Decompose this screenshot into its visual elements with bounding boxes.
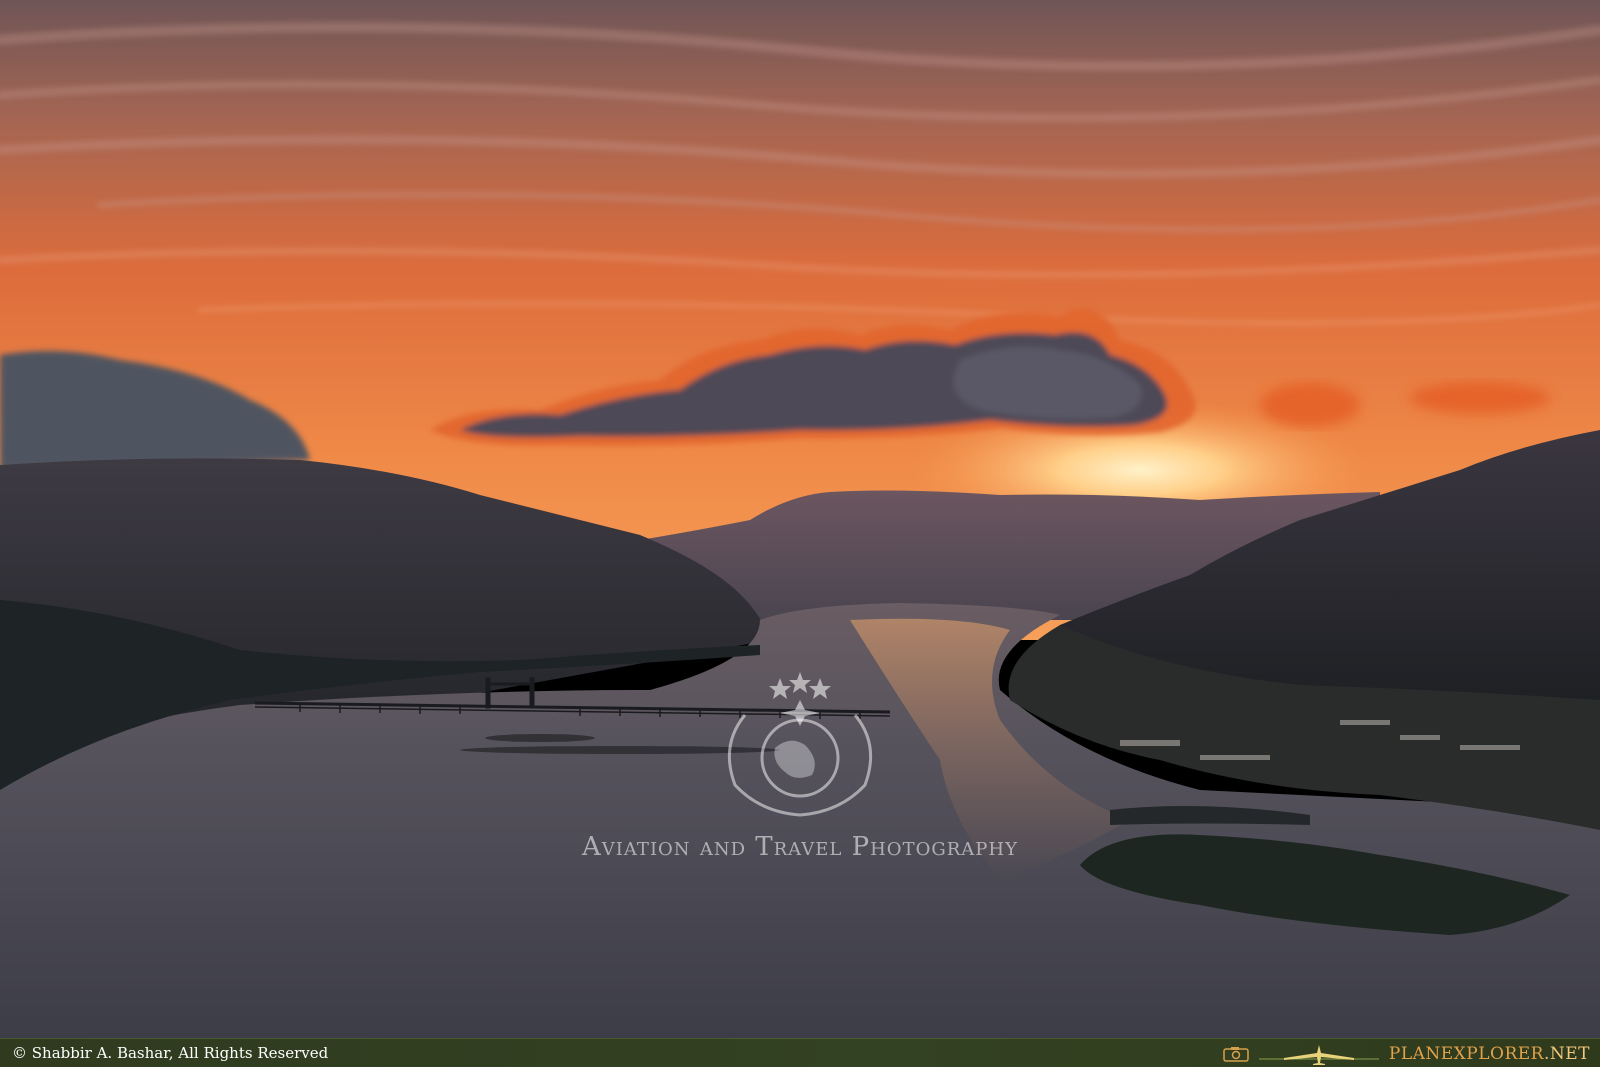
camera-icon (1223, 1046, 1249, 1062)
watermark-caption: Aviation and Travel Photography (582, 832, 1018, 862)
brand-logo[interactable]: PLANEXPLORER.NET (1223, 1041, 1590, 1066)
copyright-text: © Shabbir A. Bashar, All Rights Reserved (12, 1044, 329, 1062)
brand-tld: .NET (1543, 1043, 1590, 1064)
photo-frame: Aviation and Travel Photography © Shabbi… (0, 0, 1600, 1067)
landscape-photo (0, 0, 1600, 1038)
airplane-icon (1258, 1044, 1379, 1065)
brand-name: PLANEXPLORER (1388, 1043, 1544, 1064)
footer-bar: © Shabbir A. Bashar, All Rights Reserved… (0, 1038, 1600, 1067)
